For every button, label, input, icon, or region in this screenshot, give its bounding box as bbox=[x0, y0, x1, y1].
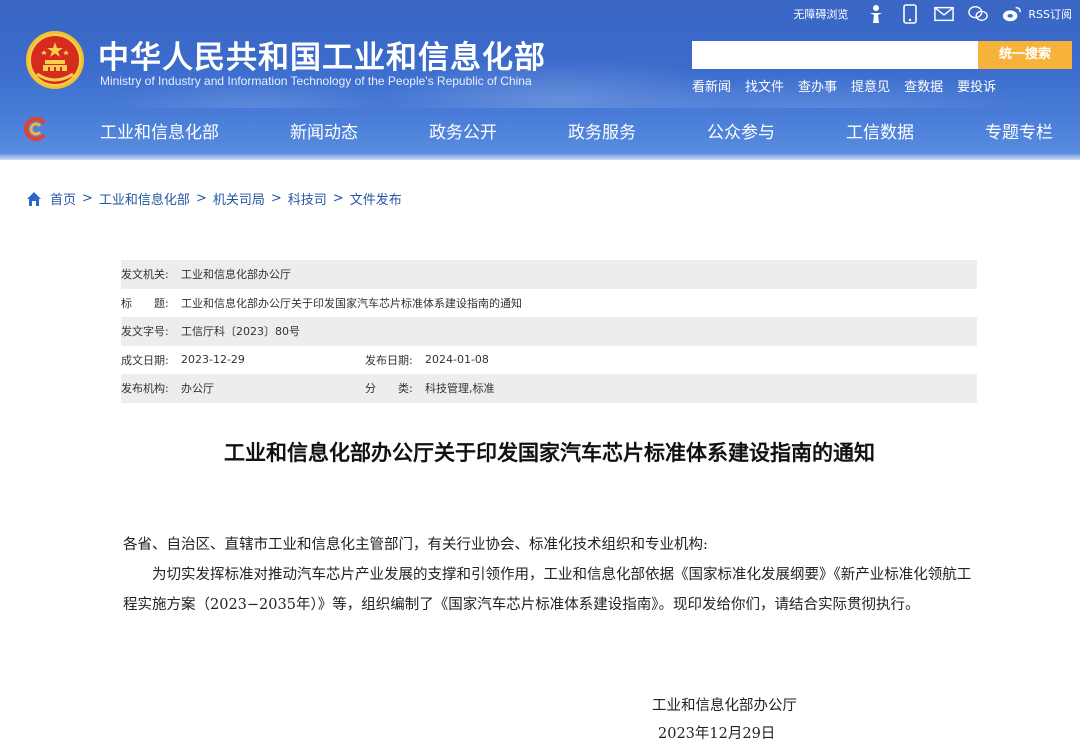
title-value: 工业和信息化部办公厅关于印发国家汽车芯片标准体系建设指南的通知 bbox=[181, 296, 522, 310]
nav-item-topics[interactable]: 专题专栏 bbox=[985, 118, 1053, 143]
meta-row-title: 标题: 工业和信息化部办公厅关于印发国家汽车芯片标准体系建设指南的通知 bbox=[121, 289, 977, 318]
published-value: 2024-01-08 bbox=[425, 353, 489, 367]
national-emblem-icon bbox=[26, 31, 84, 89]
nav-item-services[interactable]: 政务服务 bbox=[568, 118, 636, 143]
document-title: 工业和信息化部办公厅关于印发国家汽车芯片标准体系建设指南的通知 bbox=[224, 441, 875, 465]
accessibility-link[interactable]: 无障碍浏览 bbox=[793, 6, 848, 22]
nav-item-ministry[interactable]: 工业和信息化部 bbox=[100, 118, 219, 143]
breadcrumb-ministry[interactable]: 工业和信息化部 bbox=[99, 189, 190, 208]
breadcrumb-separator: > bbox=[332, 191, 344, 206]
title-label: 标题: bbox=[121, 296, 169, 310]
quicklink-files[interactable]: 找文件 bbox=[745, 76, 784, 95]
document-date: 2023年12月29日 bbox=[658, 726, 776, 742]
nav-item-data[interactable]: 工信数据 bbox=[846, 118, 914, 143]
meta-row-issuer: 发文机关: 工业和信息化部办公厅 bbox=[121, 260, 977, 289]
created-value: 2023-12-29 bbox=[181, 353, 245, 367]
site-subtitle: Ministry of Industry and Information Tec… bbox=[100, 74, 532, 88]
quicklink-feedback[interactable]: 提意见 bbox=[851, 76, 890, 95]
breadcrumb-file-release[interactable]: 文件发布 bbox=[350, 189, 402, 208]
breadcrumb-home[interactable]: 首页 bbox=[50, 189, 76, 208]
mail-icon[interactable] bbox=[934, 4, 955, 24]
document-body: 各省、自治区、直辖市工业和信息化主管部门，有关行业协会、标准化技术组织和专业机构… bbox=[123, 530, 983, 620]
search-button[interactable]: 统一搜索 bbox=[978, 41, 1072, 69]
breadcrumb-departments[interactable]: 机关司局 bbox=[213, 189, 265, 208]
document-metadata: 发文机关: 工业和信息化部办公厅 标题: 工业和信息化部办公厅关于印发国家汽车芯… bbox=[121, 260, 977, 403]
category-value: 科技管理,标准 bbox=[425, 382, 495, 396]
rss-link[interactable]: RSS订阅 bbox=[1028, 6, 1072, 22]
nav-divider bbox=[0, 154, 1080, 160]
nav-item-affairs[interactable]: 政务公开 bbox=[429, 118, 497, 143]
meta-row-dates: 成文日期: 2023-12-29 发布日期: 2024-01-08 bbox=[121, 346, 977, 375]
org-label: 发布机构: bbox=[121, 382, 169, 396]
quicklinks: 看新闻 找文件 查办事 提意见 查数据 要投诉 bbox=[692, 76, 1010, 95]
quicklink-services[interactable]: 查办事 bbox=[798, 76, 837, 95]
org-value: 办公厅 bbox=[181, 382, 214, 396]
mobile-icon[interactable] bbox=[900, 4, 920, 24]
site-title: 中华人民共和国工业和信息化部 bbox=[98, 40, 546, 76]
breadcrumb-separator: > bbox=[195, 191, 207, 206]
nav-item-participation[interactable]: 公众参与 bbox=[707, 118, 775, 143]
home-icon[interactable] bbox=[26, 191, 42, 207]
breadcrumb-separator: > bbox=[82, 191, 93, 206]
main-nav: 工业和信息化部 新闻动态 政务公开 政务服务 公众参与 工信数据 专题专栏 bbox=[0, 108, 1080, 154]
category-label: 分类: bbox=[365, 382, 413, 396]
quicklink-data[interactable]: 查数据 bbox=[904, 76, 943, 95]
wechat-icon[interactable] bbox=[968, 4, 989, 24]
site-header: 中华人民共和国工业和信息化部 Ministry of Industry and … bbox=[0, 0, 1080, 160]
docno-label: 发文字号: bbox=[121, 325, 169, 339]
breadcrumb-science-dept[interactable]: 科技司 bbox=[288, 189, 327, 208]
breadcrumb: 首页 > 工业和信息化部 > 机关司局 > 科技司 > 文件发布 bbox=[26, 189, 402, 208]
published-label: 发布日期: bbox=[365, 353, 413, 367]
created-label: 成文日期: bbox=[121, 353, 169, 367]
document-signer: 工业和信息化部办公厅 bbox=[652, 698, 797, 714]
issuer-value: 工业和信息化部办公厅 bbox=[181, 268, 291, 282]
weibo-icon[interactable] bbox=[1002, 4, 1022, 24]
document-paragraph: 为切实发挥标准对推动汽车芯片产业发展的支撑和引领作用，工业和信息化部依据《国家标… bbox=[123, 567, 972, 613]
breadcrumb-separator: > bbox=[270, 191, 282, 206]
top-utility-bar: 无障碍浏览 RSS订阅 bbox=[793, 3, 1072, 25]
document-salutation: 各省、自治区、直辖市工业和信息化主管部门，有关行业协会、标准化技术组织和专业机构… bbox=[123, 537, 708, 553]
miit-logo-icon[interactable] bbox=[24, 117, 48, 141]
meta-row-docno: 发文字号: 工信厅科〔2023〕80号 bbox=[121, 317, 977, 346]
search-input[interactable] bbox=[692, 41, 978, 69]
meta-row-org: 发布机构: 办公厅 分类: 科技管理,标准 bbox=[121, 374, 977, 403]
accessibility-icon[interactable] bbox=[866, 4, 886, 24]
quicklink-complaint[interactable]: 要投诉 bbox=[957, 76, 996, 95]
nav-item-news[interactable]: 新闻动态 bbox=[290, 118, 358, 143]
docno-value: 工信厅科〔2023〕80号 bbox=[181, 325, 300, 339]
quicklink-news[interactable]: 看新闻 bbox=[692, 76, 731, 95]
issuer-label: 发文机关: bbox=[121, 268, 169, 282]
